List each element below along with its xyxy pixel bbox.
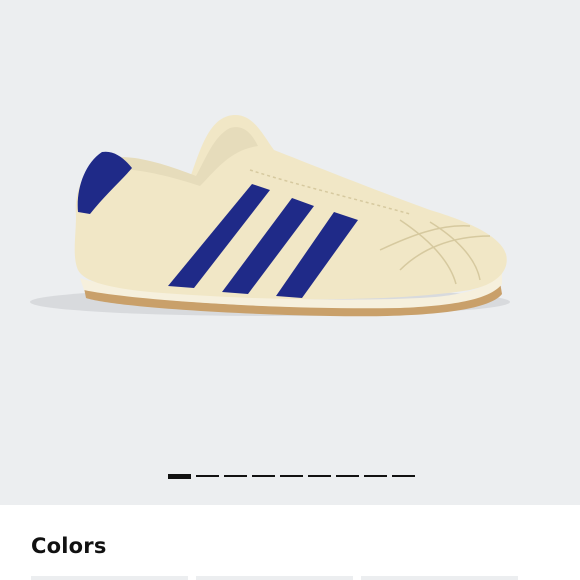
image-pagination	[168, 473, 415, 479]
color-swatch-row	[31, 576, 518, 580]
pagination-dot-6[interactable]	[308, 475, 331, 477]
color-swatch[interactable]	[31, 576, 188, 580]
pagination-dot-9[interactable]	[392, 475, 415, 477]
sneaker-product-image[interactable]	[0, 0, 580, 440]
color-swatch[interactable]	[196, 576, 353, 580]
product-page: Colors	[0, 0, 580, 580]
pagination-dot-1[interactable]	[168, 473, 191, 479]
color-swatch[interactable]	[361, 576, 518, 580]
pagination-dot-7[interactable]	[336, 475, 359, 477]
pagination-dot-5[interactable]	[280, 475, 303, 477]
pagination-dot-8[interactable]	[364, 475, 387, 477]
pagination-dot-3[interactable]	[224, 475, 247, 477]
product-image-gallery[interactable]	[0, 0, 580, 505]
pagination-dot-2[interactable]	[196, 475, 219, 477]
pagination-dot-4[interactable]	[252, 475, 275, 477]
colors-heading: Colors	[31, 534, 107, 558]
